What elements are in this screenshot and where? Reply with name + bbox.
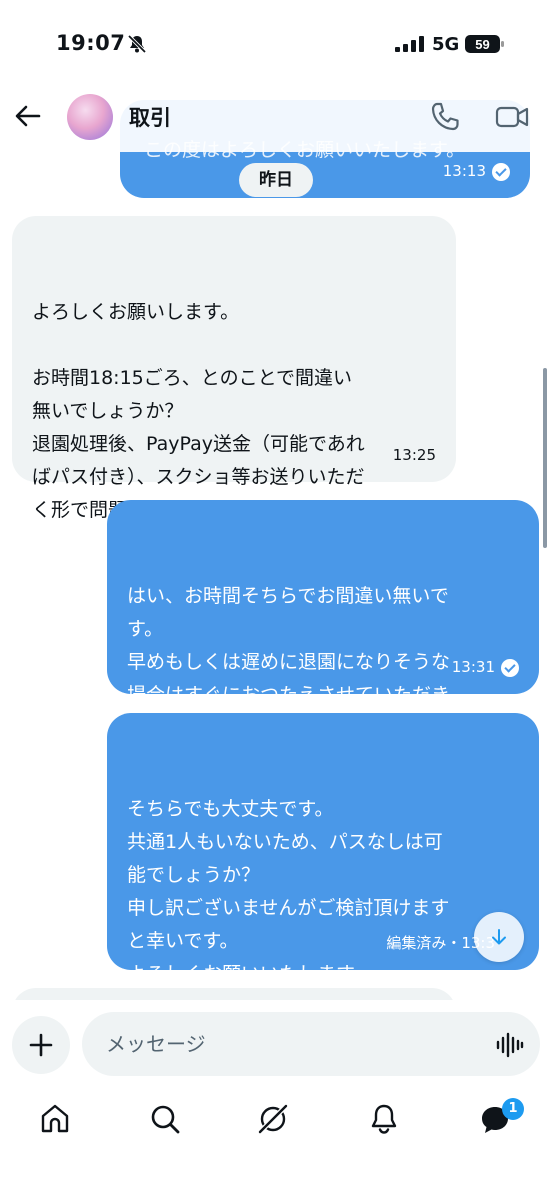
status-time: 19:07	[56, 31, 126, 55]
voice-waveform-icon[interactable]	[496, 1032, 524, 1058]
cellular-signal-icon	[395, 36, 424, 52]
add-attachment-button[interactable]	[12, 1016, 70, 1074]
chat-header: 取引	[0, 80, 552, 152]
read-check-icon	[501, 658, 519, 677]
message-time: 13:25	[392, 446, 436, 464]
bottom-nav: 1	[0, 1088, 552, 1200]
messages-badge: 1	[502, 1098, 524, 1120]
message-text: よろしくお願いします。 お時間18:15ごろ、とのことで間違い 無いでしょうか？…	[32, 301, 365, 521]
page-title[interactable]: 取引	[129, 102, 171, 132]
grok-icon[interactable]	[256, 1102, 290, 1136]
message-bubble-outgoing[interactable]: はい、お時間そちらでお間違い無いで す。 早めもしくは遅めに退園になりそうな 場…	[107, 500, 539, 739]
battery-level: 59	[475, 37, 489, 52]
avatar[interactable]	[67, 94, 113, 140]
scrollbar[interactable]	[543, 368, 547, 548]
phone-icon[interactable]	[428, 100, 462, 134]
message-time: 13:31	[451, 658, 495, 676]
message-meta: 13:25	[393, 439, 436, 472]
notifications-bell-icon[interactable]	[367, 1102, 401, 1136]
message-input[interactable]	[82, 1012, 540, 1076]
bell-off-icon	[127, 34, 147, 54]
message-text: そちらでも大丈夫です。 共通1人もいないため、パスなしは可 能でしょうか？ 申し…	[127, 798, 450, 985]
message-bubble-incoming[interactable]: よろしくお願いします。 お時間18:15ごろ、とのことで間違い 無いでしょうか？…	[12, 216, 456, 521]
day-separator: 昨日	[239, 163, 313, 197]
back-arrow-icon[interactable]	[12, 100, 44, 132]
video-call-icon[interactable]	[494, 100, 530, 134]
arrow-down-icon	[492, 929, 506, 945]
search-icon[interactable]	[148, 1102, 182, 1136]
read-check-icon	[492, 162, 510, 181]
scroll-to-bottom-button[interactable]	[474, 912, 524, 962]
battery-icon: 59	[465, 35, 504, 53]
message-meta: 13:13	[443, 155, 510, 188]
message-meta: 13:31	[452, 651, 519, 684]
composer	[0, 1000, 552, 1088]
network-type: 5G	[432, 34, 460, 55]
plus-icon	[29, 1033, 53, 1057]
home-icon[interactable]	[38, 1102, 72, 1136]
status-bar: 19:07 5G 59	[0, 0, 552, 80]
message-time: 13:13	[442, 162, 486, 180]
